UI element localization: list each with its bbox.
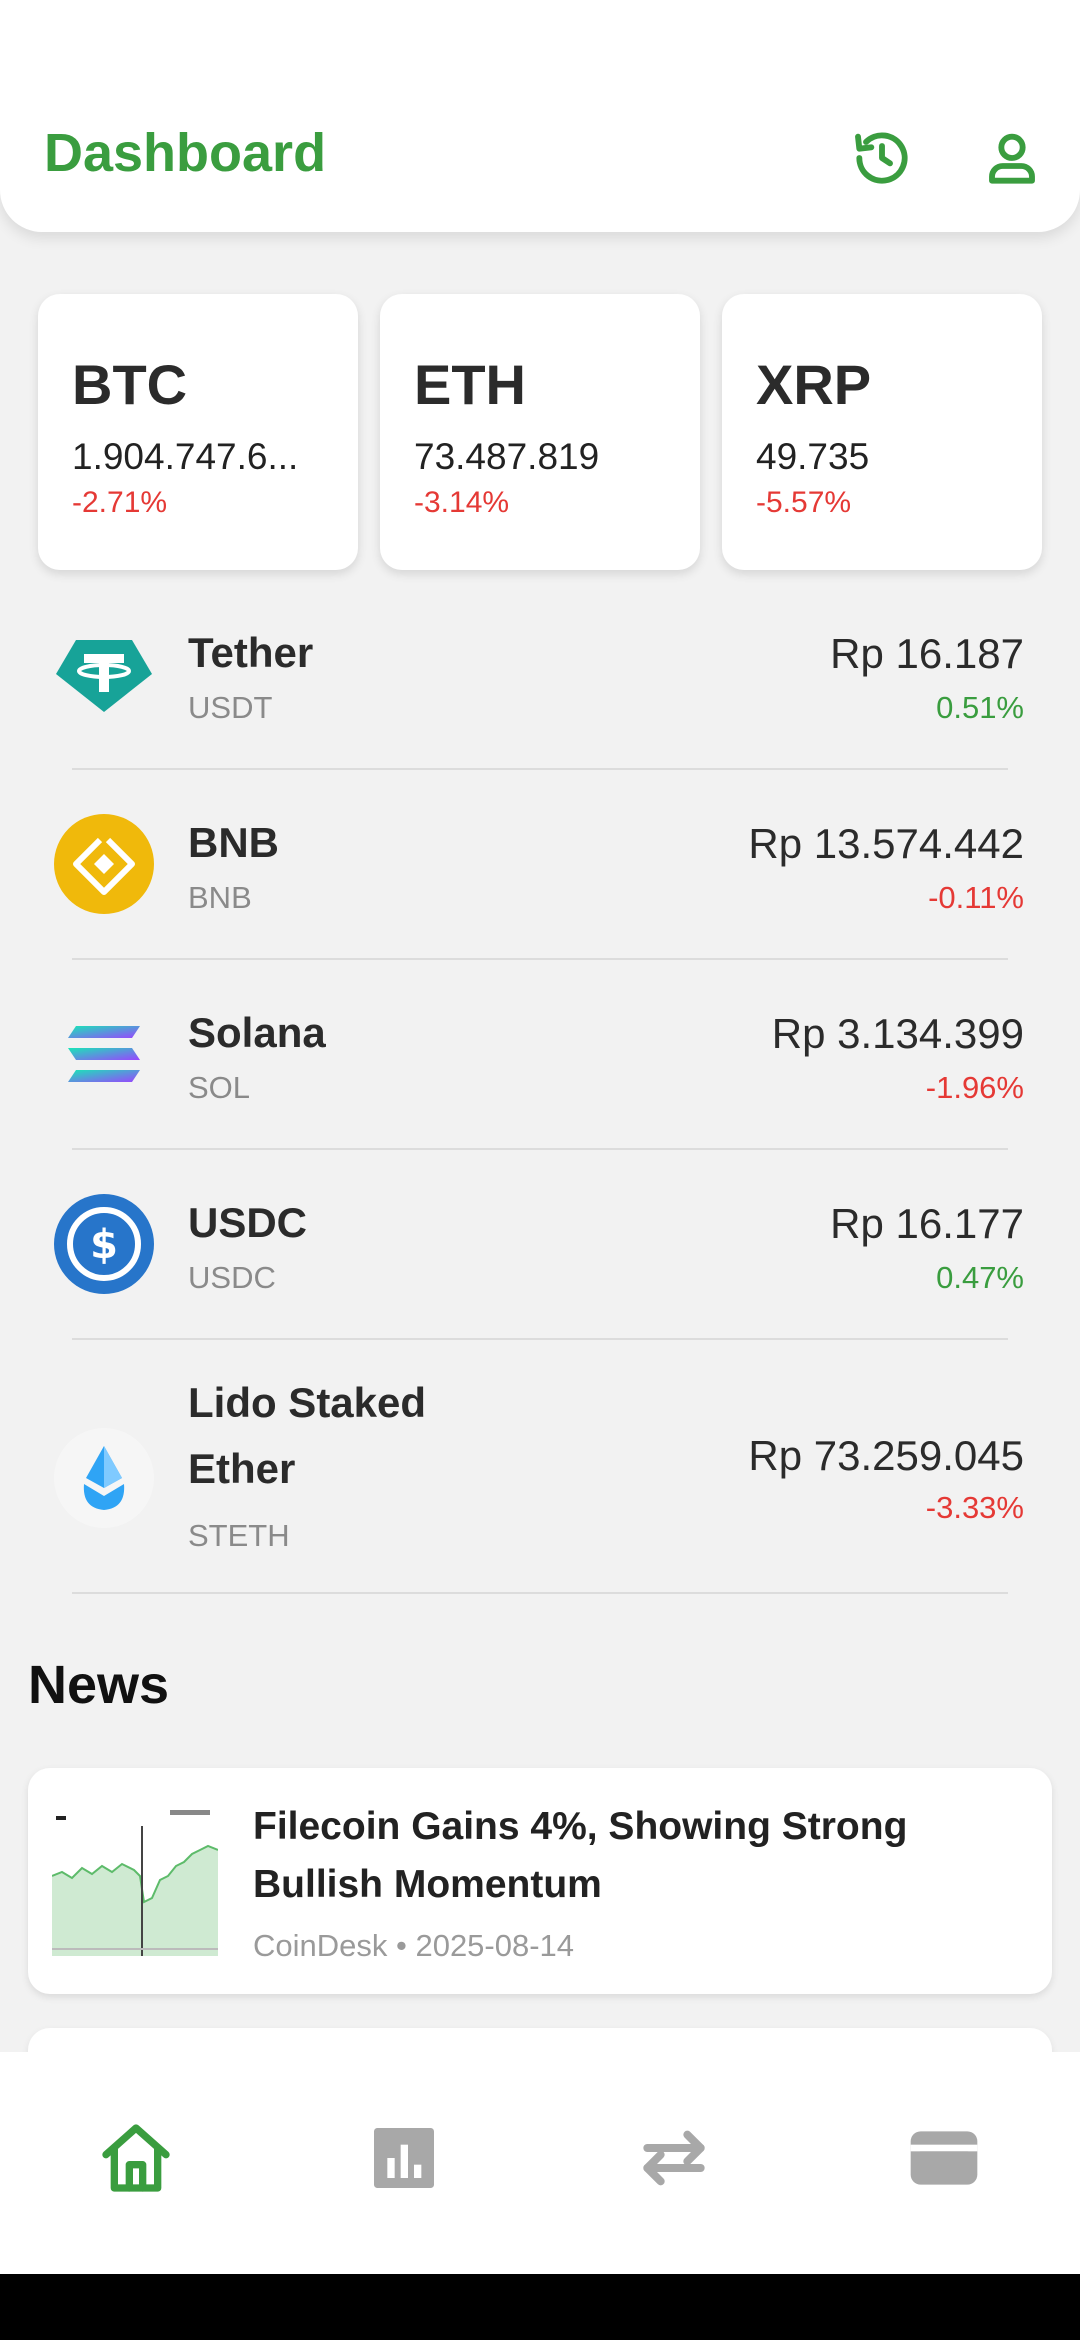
profile-icon[interactable]: [980, 126, 1044, 190]
news-meta: CoinDesk • 2025-08-14: [253, 1928, 575, 1963]
divider: [72, 768, 1008, 770]
coin-price: Rp 16.177: [830, 1200, 1024, 1247]
coin-change: -1.96%: [925, 1070, 1024, 1105]
ticker-change: -5.57%: [756, 486, 852, 519]
ticker-price: 1.904.747.6...: [72, 436, 299, 477]
app-header: Dashboard: [0, 0, 1080, 232]
usdc-logo: $: [54, 1194, 154, 1294]
divider: [72, 1338, 1008, 1340]
ticker-symbol: XRP: [756, 353, 872, 416]
list-item-solana[interactable]: Solana SOL Rp 3.134.399 -1.96%: [0, 970, 1080, 1150]
ticker-change: -3.14%: [414, 486, 510, 519]
coin-ticker: STETH: [188, 1518, 290, 1553]
list-item-tether[interactable]: Tether USDT Rp 16.187 0.51%: [0, 590, 1080, 770]
home-icon[interactable]: [96, 2118, 176, 2198]
ticker-change: -2.71%: [72, 486, 168, 519]
ticker-price: 73.487.819: [414, 436, 600, 477]
ticker-symbol: ETH: [414, 353, 526, 416]
list-item-lido[interactable]: Lido Staked Ether STETH Rp 73.259.045 -3…: [0, 1350, 1080, 1600]
transfer-icon[interactable]: [634, 2118, 714, 2198]
ticker-card-eth[interactable]: ETH 73.487.819 -3.14%: [380, 294, 700, 570]
coin-ticker: BNB: [188, 880, 252, 915]
system-navigation-bar: [0, 2274, 1080, 2340]
solana-logo: [54, 1004, 154, 1104]
coin-price: Rp 13.574.442: [748, 820, 1024, 867]
coin-name: Lido Staked Ether: [188, 1379, 427, 1492]
coin-price: Rp 16.187: [830, 630, 1024, 677]
coin-ticker: USDT: [188, 690, 273, 725]
coin-price: Rp 73.259.045: [748, 1432, 1024, 1479]
news-thumbnail: [51, 1806, 219, 1956]
coin-name: USDC: [188, 1199, 308, 1246]
coin-name: Tether: [188, 629, 314, 676]
ticker-cards: BTC 1.904.747.6... -2.71% ETH 73.487.819…: [38, 294, 1042, 570]
coin-price: Rp 3.134.399: [771, 1010, 1024, 1057]
ticker-card-btc[interactable]: BTC 1.904.747.6... -2.71%: [38, 294, 358, 570]
divider: [72, 958, 1008, 960]
coin-ticker: USDC: [188, 1260, 276, 1295]
divider: [72, 1592, 1008, 1594]
coin-change: 0.47%: [936, 1260, 1024, 1295]
coin-change: 0.51%: [936, 690, 1024, 725]
news-headline: Filecoin Gains 4%, Showing Strong Bullis…: [253, 1805, 908, 1906]
ticker-price: 49.735: [756, 436, 870, 477]
list-item-bnb[interactable]: BNB BNB Rp 13.574.442 -0.11%: [0, 780, 1080, 960]
news-card[interactable]: Filecoin Gains 4%, Showing Strong Bullis…: [28, 1768, 1052, 1994]
coin-name: BNB: [188, 819, 279, 866]
coin-name: Solana: [188, 1009, 326, 1056]
tether-logo: [54, 626, 154, 726]
bnb-logo: [54, 814, 154, 914]
wallet-icon[interactable]: [904, 2118, 984, 2198]
lido-logo: [54, 1428, 154, 1528]
news-heading: News: [28, 1655, 170, 1715]
ticker-card-xrp[interactable]: XRP 49.735 -5.57%: [722, 294, 1042, 570]
bottom-nav: [0, 2052, 1080, 2274]
page-title: Dashboard: [44, 123, 327, 183]
chart-icon[interactable]: [364, 2118, 444, 2198]
divider: [72, 1148, 1008, 1150]
coin-change: -0.11%: [928, 880, 1024, 915]
coin-ticker: SOL: [188, 1070, 251, 1105]
ticker-symbol: BTC: [72, 353, 188, 416]
list-item-usdc[interactable]: $ USDC USDC Rp 16.177 0.47%: [0, 1160, 1080, 1340]
history-icon[interactable]: [850, 126, 914, 190]
svg-text:$: $: [90, 1222, 118, 1268]
coin-change: -3.33%: [925, 1490, 1024, 1525]
